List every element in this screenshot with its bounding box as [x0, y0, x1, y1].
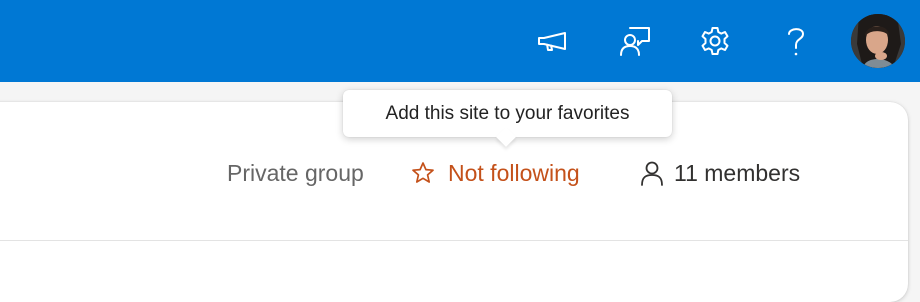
tooltip-text: Add this site to your favorites: [381, 102, 634, 125]
follow-label: Not following: [448, 159, 580, 186]
follow-button[interactable]: Not following: [411, 158, 580, 188]
feedback-icon[interactable]: [614, 21, 654, 61]
gear-icon[interactable]: [695, 21, 735, 61]
members-label: 11 members: [674, 159, 801, 186]
star-icon: [411, 161, 435, 185]
avatar[interactable]: [851, 14, 905, 68]
person-icon: [640, 160, 664, 186]
megaphone-icon[interactable]: [533, 21, 573, 61]
top-app-bar: [0, 0, 920, 82]
follow-tooltip: Add this site to your favorites: [343, 90, 672, 147]
privacy-label: Private group: [227, 159, 364, 186]
divider: [0, 240, 908, 241]
help-icon[interactable]: [776, 21, 816, 61]
members-button[interactable]: 11 members: [640, 158, 800, 188]
